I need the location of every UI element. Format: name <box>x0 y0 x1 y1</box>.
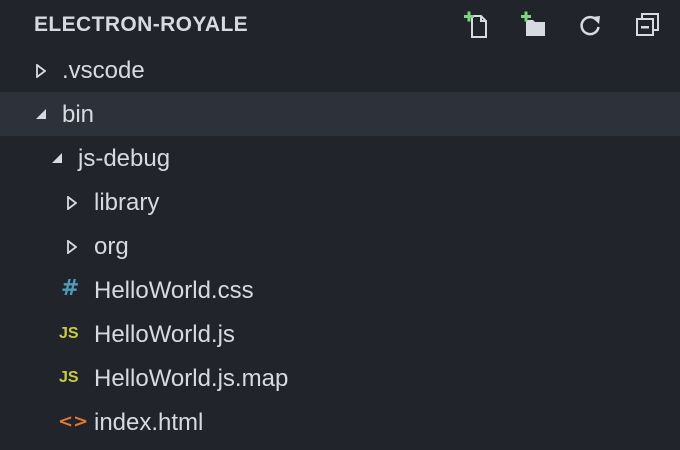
tree-item-bin[interactable]: bin <box>0 92 680 136</box>
tree-item-js-debug[interactable]: js-debug <box>0 136 680 180</box>
tree-item-label: bin <box>62 101 95 128</box>
collapse-all-button[interactable] <box>632 10 662 40</box>
tree-item-org[interactable]: org <box>0 224 680 268</box>
tree-item-label: HelloWorld.js <box>94 321 235 348</box>
tree-item-label: org <box>94 233 129 260</box>
chevron-right-icon <box>67 240 77 254</box>
tree-item-vscode[interactable]: .vscode <box>0 48 680 92</box>
new-file-button[interactable] <box>461 10 491 40</box>
project-title[interactable]: ELECTRON-ROYALE <box>34 13 248 37</box>
refresh-icon <box>580 15 600 36</box>
js-file-icon: JS <box>59 325 79 342</box>
tree-item-label: js-debug <box>78 145 171 172</box>
tree-item-label: index.html <box>94 409 204 436</box>
chevron-right-icon <box>67 196 77 210</box>
js-file-icon: JS <box>59 369 79 386</box>
tree-item-label: .vscode <box>62 57 145 84</box>
collapse-all-icon <box>636 13 659 36</box>
tree-item-helloworld-js[interactable]: JS HelloWorld.js <box>0 312 680 356</box>
chevron-right-icon <box>36 64 46 78</box>
header-actions <box>461 10 662 40</box>
tree-item-library[interactable]: library <box>0 180 680 224</box>
tree-item-index-html[interactable]: <> index.html <box>0 400 680 444</box>
tree-item-label: HelloWorld.js.map <box>94 365 289 392</box>
tree-item-helloworld-css[interactable]: # HelloWorld.css <box>0 268 680 312</box>
new-file-icon <box>464 11 487 38</box>
refresh-button[interactable] <box>575 10 605 40</box>
new-folder-button[interactable] <box>518 10 548 40</box>
html-file-icon: <> <box>58 411 89 432</box>
tree-item-label: HelloWorld.css <box>94 277 254 304</box>
file-explorer: ELECTRON-ROYALE .vscode bin js-debug lib… <box>0 0 680 450</box>
chevron-down-icon <box>52 153 62 163</box>
tree-item-label: library <box>94 189 160 216</box>
explorer-header[interactable]: ELECTRON-ROYALE <box>0 0 680 48</box>
new-folder-icon <box>521 11 545 36</box>
chevron-down-icon <box>36 109 46 119</box>
tree-item-helloworld-js-map[interactable]: JS HelloWorld.js.map <box>0 356 680 400</box>
css-file-icon: # <box>61 276 80 301</box>
